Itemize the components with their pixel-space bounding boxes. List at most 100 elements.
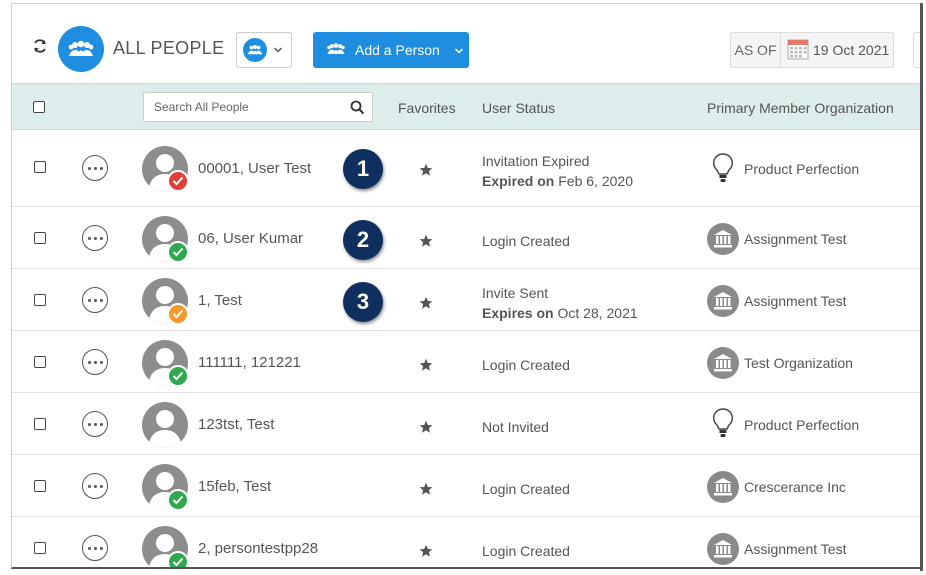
status-text: Login Created: [482, 543, 570, 559]
user-status: Invite Sent Expires on Oct 28, 2021: [482, 283, 638, 323]
invitation-expired-badge-icon: [167, 170, 189, 192]
window-shadow: [920, 3, 923, 571]
view-selector-dropdown[interactable]: [236, 32, 292, 68]
org-name[interactable]: Assignment Test: [744, 293, 846, 309]
more-options-icon[interactable]: [82, 473, 108, 499]
people-group-icon: [58, 26, 104, 72]
people-list-panel: ALL PEOPLE Add a Person AS OF 19 Oct 202…: [11, 3, 920, 569]
status-text: Login Created: [482, 481, 570, 497]
people-group-icon: [243, 38, 267, 62]
user-status: Login Created: [482, 355, 570, 375]
table-row: 15feb, Test Login Created Crescerance In…: [12, 455, 920, 517]
add-person-label: Add a Person: [355, 42, 440, 58]
search-icon[interactable]: [350, 100, 365, 118]
primary-org-column-header[interactable]: Primary Member Organization: [707, 100, 894, 116]
row-checkbox[interactable]: [34, 480, 46, 492]
table-row: 1, Test 3 Invite Sent Expires on Oct 28,…: [12, 269, 920, 331]
status-detail-value: Oct 28, 2021: [557, 305, 638, 321]
building-icon: [707, 533, 739, 565]
search-input[interactable]: [144, 93, 344, 121]
status-text: Invite Sent: [482, 285, 549, 301]
callout-number: 3: [343, 282, 383, 322]
status-text: Not Invited: [482, 419, 549, 435]
favorite-star-icon[interactable]: [419, 163, 433, 177]
calendar-icon: [787, 38, 809, 63]
status-text: Login Created: [482, 357, 570, 373]
row-checkbox[interactable]: [34, 418, 46, 430]
as-of-label: AS OF: [731, 33, 781, 67]
table-row: 2, persontestpp28 Login Created Assignme…: [12, 517, 920, 567]
person-name[interactable]: 2, persontestpp28: [198, 540, 318, 557]
favorite-star-icon[interactable]: [419, 420, 433, 434]
person-name[interactable]: 15feb, Test: [198, 478, 271, 495]
person-name[interactable]: 06, User Kumar: [198, 230, 303, 247]
chevron-down-icon: [273, 41, 283, 59]
building-icon: [707, 285, 739, 317]
status-detail-value: Feb 6, 2020: [558, 173, 633, 189]
person-name[interactable]: 123tst, Test: [198, 416, 274, 433]
more-options-icon[interactable]: [82, 411, 108, 437]
page-header: ALL PEOPLE Add a Person AS OF 19 Oct 202…: [12, 4, 920, 83]
user-status: Invitation Expired Expired on Feb 6, 202…: [482, 151, 633, 191]
favorite-star-icon[interactable]: [419, 296, 433, 310]
as-of-date-value: 19 Oct 2021: [813, 42, 890, 58]
user-status-column-header[interactable]: User Status: [482, 100, 555, 116]
org-name[interactable]: Product Perfection: [744, 417, 859, 433]
check-badge-icon: [167, 365, 189, 387]
row-checkbox[interactable]: [34, 161, 46, 173]
more-options-icon[interactable]: [82, 225, 108, 251]
row-checkbox[interactable]: [34, 356, 46, 368]
org-name[interactable]: Crescerance Inc: [744, 479, 846, 495]
favorites-column-header[interactable]: Favorites: [398, 100, 456, 116]
favorite-star-icon[interactable]: [419, 358, 433, 372]
check-badge-icon: [167, 241, 189, 263]
header-overflow-button[interactable]: [913, 32, 920, 68]
more-options-icon[interactable]: [82, 349, 108, 375]
status-detail-label: Expired on: [482, 173, 555, 189]
more-options-icon[interactable]: [82, 535, 108, 561]
building-icon: [707, 347, 739, 379]
org-name[interactable]: Assignment Test: [744, 231, 846, 247]
user-status: Not Invited: [482, 417, 549, 437]
people-group-icon: [325, 42, 347, 59]
lightbulb-icon: [707, 152, 739, 184]
lightbulb-icon: [707, 407, 739, 439]
status-detail-label: Expires on: [482, 305, 554, 321]
favorite-star-icon[interactable]: [419, 482, 433, 496]
status-text: Login Created: [482, 233, 570, 249]
user-status: Login Created: [482, 541, 570, 561]
person-name[interactable]: 1, Test: [198, 292, 242, 309]
person-name[interactable]: 00001, User Test: [198, 160, 311, 177]
user-status: Login Created: [482, 231, 570, 251]
favorite-star-icon[interactable]: [419, 234, 433, 248]
table-row: 00001, User Test 1 Invitation Expired Ex…: [12, 130, 920, 207]
favorite-star-icon[interactable]: [419, 544, 433, 558]
check-badge-icon: [167, 489, 189, 511]
row-checkbox[interactable]: [34, 294, 46, 306]
callout-number: 2: [343, 220, 383, 260]
chevron-down-icon: [454, 42, 464, 58]
check-badge-icon: [167, 551, 189, 567]
as-of-date-picker[interactable]: AS OF 19 Oct 2021: [730, 32, 894, 68]
building-icon: [707, 471, 739, 503]
org-name[interactable]: Assignment Test: [744, 541, 846, 557]
add-person-button[interactable]: Add a Person: [313, 32, 469, 68]
refresh-icon[interactable]: [32, 38, 48, 54]
select-all-checkbox[interactable]: [33, 101, 45, 113]
more-options-icon[interactable]: [82, 155, 108, 181]
building-icon: [707, 223, 739, 255]
page-title: ALL PEOPLE: [113, 38, 225, 58]
org-name[interactable]: Product Perfection: [744, 161, 859, 177]
table-row: 111111, 121221 Login Created Test Organi…: [12, 331, 920, 393]
table-row: 06, User Kumar 2 Login Created Assignmen…: [12, 207, 920, 269]
more-options-icon[interactable]: [82, 287, 108, 313]
avatar: [142, 402, 188, 448]
person-name[interactable]: 111111, 121221: [198, 354, 301, 371]
callout-number: 1: [343, 149, 383, 189]
row-checkbox[interactable]: [34, 542, 46, 554]
status-text: Invitation Expired: [482, 153, 590, 169]
row-checkbox[interactable]: [34, 232, 46, 244]
pending-badge-icon: [167, 303, 189, 325]
org-name[interactable]: Test Organization: [744, 355, 853, 371]
search-box: [143, 92, 373, 122]
